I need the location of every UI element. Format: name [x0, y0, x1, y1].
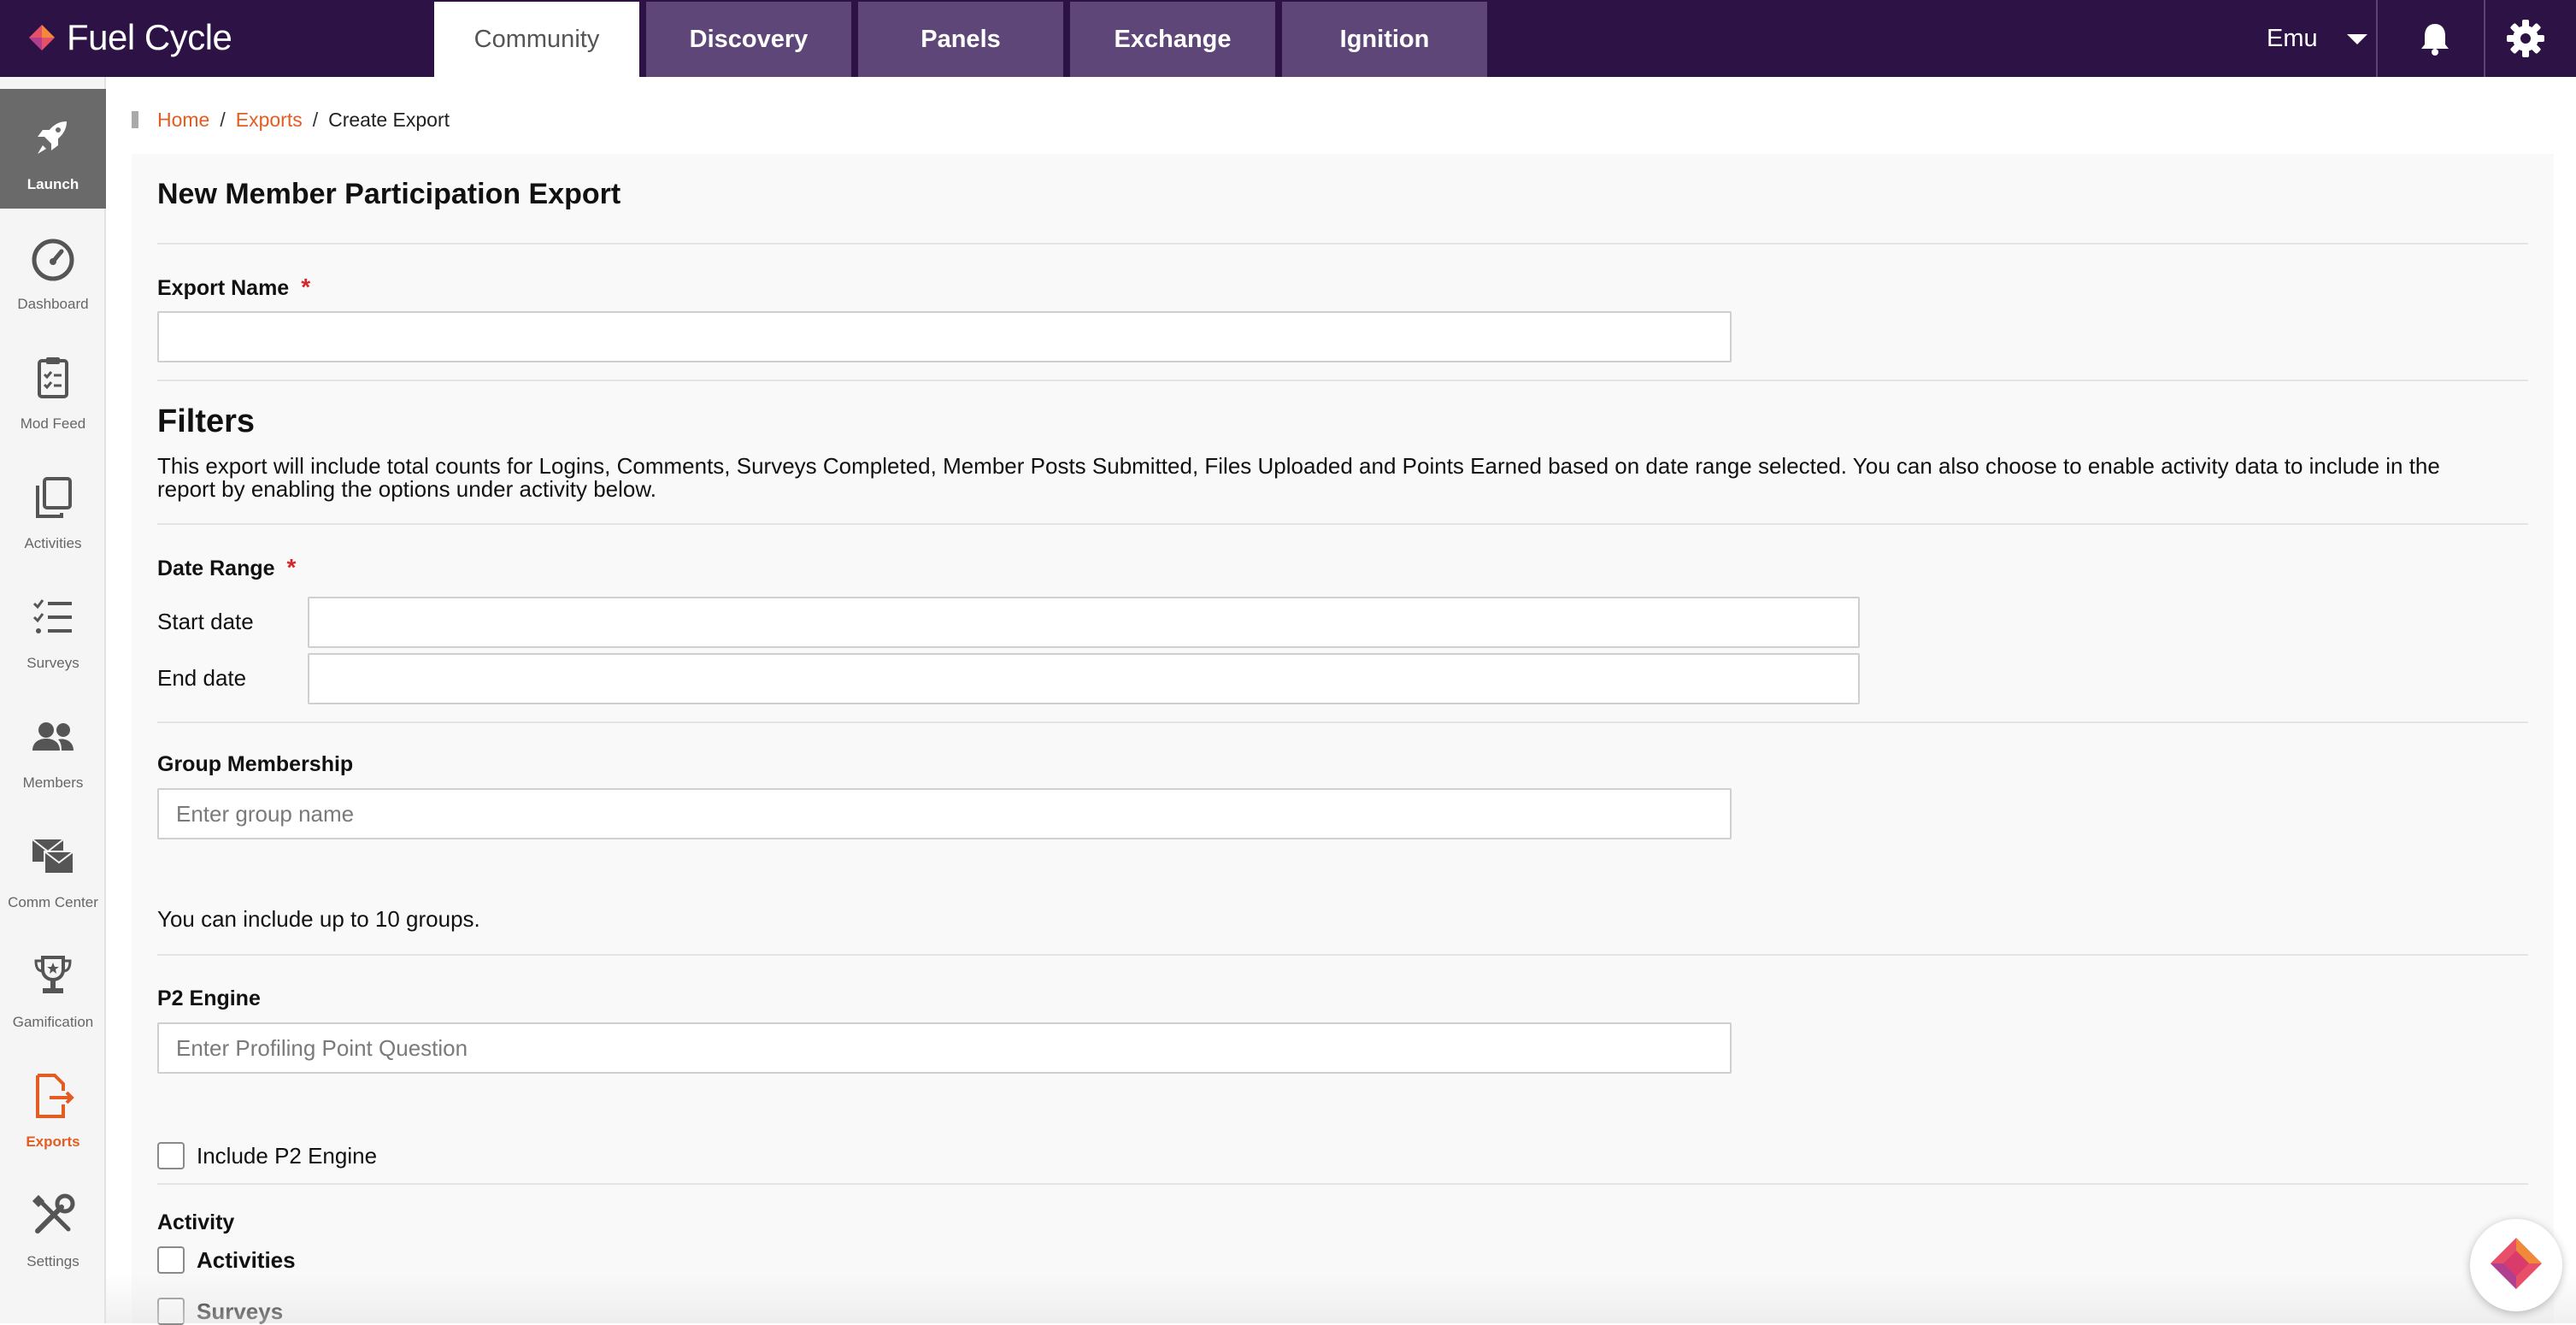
divider — [157, 721, 2528, 723]
activities-checkbox[interactable] — [157, 1246, 185, 1274]
sidebar-item-label: Activities — [24, 535, 82, 551]
fuel-cycle-logo-icon — [29, 25, 55, 50]
activity-option-surveys[interactable]: Surveys — [157, 1298, 283, 1325]
sidebar-item-activities[interactable]: Activities — [0, 448, 106, 568]
sidebar-item-mod-feed[interactable]: Mod Feed — [0, 328, 106, 448]
include-p2-engine-checkbox[interactable] — [157, 1142, 185, 1169]
brand-name: Fuel Cycle — [67, 17, 232, 57]
activities-checkbox-label: Activities — [197, 1246, 296, 1273]
divider — [157, 523, 2528, 525]
surveys-checkbox-label: Surveys — [197, 1298, 284, 1324]
sidebar-item-label: Members — [22, 774, 84, 791]
fuel-cycle-widget-icon — [2491, 1238, 2542, 1289]
export-name-input[interactable] — [157, 311, 1732, 362]
left-sidebar: Launch Dashboard Mod Feed Activities Sur… — [0, 77, 106, 1323]
tab-panels[interactable]: Panels — [858, 2, 1063, 77]
export-name-label-text: Export Name — [157, 276, 290, 300]
sidebar-item-label: Exports — [26, 1134, 80, 1150]
copy-icon — [36, 477, 72, 518]
sidebar-item-label: Dashboard — [17, 296, 89, 312]
envelopes-icon — [32, 839, 74, 874]
sidebar-item-label: Surveys — [26, 655, 79, 671]
sidebar-item-dashboard[interactable]: Dashboard — [0, 209, 106, 328]
users-icon — [32, 722, 74, 751]
date-range-label-text: Date Range — [157, 556, 275, 580]
p2-engine-question-input[interactable] — [157, 1022, 1732, 1074]
sidebar-item-label: Settings — [26, 1253, 79, 1269]
checklist-icon — [32, 599, 72, 633]
sidebar-item-members[interactable]: Members — [0, 687, 106, 807]
end-date-label: End date — [157, 665, 247, 691]
bell-icon[interactable] — [2414, 17, 2456, 60]
export-name-label: Export Name * — [157, 274, 310, 301]
sidebar-item-settings[interactable]: Settings — [0, 1166, 106, 1286]
end-date-input[interactable] — [308, 653, 1860, 704]
user-menu[interactable]: Emu — [2239, 0, 2376, 77]
start-date-input[interactable] — [308, 597, 1860, 648]
filters-description: This export will include total counts fo… — [157, 453, 2440, 502]
trophy-icon — [34, 956, 72, 993]
sidebar-item-label: Launch — [26, 176, 79, 192]
user-name: Emu — [2267, 24, 2318, 52]
help-widget-button[interactable] — [2470, 1219, 2562, 1311]
page-title: New Member Participation Export — [157, 178, 621, 210]
filters-heading: Filters — [157, 403, 256, 439]
sidebar-item-gamification[interactable]: Gamification — [0, 927, 106, 1046]
sidebar-item-exports[interactable]: Exports — [0, 1046, 106, 1166]
surveys-checkbox[interactable] — [157, 1298, 185, 1325]
divider — [157, 1183, 2528, 1185]
tools-icon — [32, 1193, 75, 1234]
breadcrumb: Home / Exports / Create Export — [132, 106, 450, 133]
breadcrumb-separator: / — [312, 108, 319, 131]
brand-logo[interactable]: Fuel Cycle — [24, 15, 232, 60]
export-file-icon — [36, 1074, 74, 1118]
group-membership-label: Group Membership — [157, 752, 354, 776]
divider — [157, 954, 2528, 956]
activity-label: Activity — [157, 1210, 235, 1234]
breadcrumb-home[interactable]: Home — [157, 109, 209, 132]
tab-exchange[interactable]: Exchange — [1070, 2, 1275, 77]
group-name-input[interactable] — [157, 788, 1732, 839]
sidebar-item-label: Comm Center — [8, 894, 98, 910]
navbar-divider — [2376, 0, 2378, 77]
sidebar-item-launch[interactable]: Launch — [0, 89, 106, 209]
chevron-down-icon — [2347, 34, 2367, 44]
activity-option-activities[interactable]: Activities — [157, 1246, 296, 1274]
sidebar-item-surveys[interactable]: Surveys — [0, 568, 106, 687]
rocket-icon — [38, 121, 67, 154]
divider — [157, 380, 2528, 381]
start-date-label: Start date — [157, 609, 254, 634]
sidebar-item-label: Gamification — [12, 1014, 94, 1030]
clipboard-icon — [38, 357, 68, 398]
tab-ignition[interactable]: Ignition — [1282, 2, 1487, 77]
date-range-label: Date Range * — [157, 554, 296, 581]
tab-community[interactable]: Community — [434, 2, 639, 77]
required-asterisk: * — [286, 554, 297, 580]
tab-discovery[interactable]: Discovery — [646, 2, 851, 77]
export-form-panel: New Member Participation Export Export N… — [132, 154, 2554, 1325]
gauge-icon — [32, 238, 74, 281]
p2-engine-label: P2 Engine — [157, 986, 261, 1010]
sidebar-item-comm-center[interactable]: Comm Center — [0, 807, 106, 927]
grip-icon — [132, 111, 138, 128]
gear-icon[interactable] — [2504, 17, 2547, 60]
include-p2-engine-label: Include P2 Engine — [197, 1142, 378, 1169]
required-asterisk: * — [301, 274, 311, 300]
divider — [157, 243, 2528, 244]
breadcrumb-separator: / — [220, 108, 226, 131]
top-navbar: Fuel Cycle Community Discovery Panels Ex… — [0, 0, 2576, 77]
navbar-divider — [2484, 0, 2485, 77]
breadcrumb-current: Create Export — [328, 108, 450, 131]
sidebar-item-label: Mod Feed — [20, 415, 86, 432]
include-p2-engine-option[interactable]: Include P2 Engine — [157, 1142, 377, 1169]
breadcrumb-exports[interactable]: Exports — [236, 109, 303, 132]
group-limit-hint: You can include up to 10 groups. — [157, 906, 480, 932]
